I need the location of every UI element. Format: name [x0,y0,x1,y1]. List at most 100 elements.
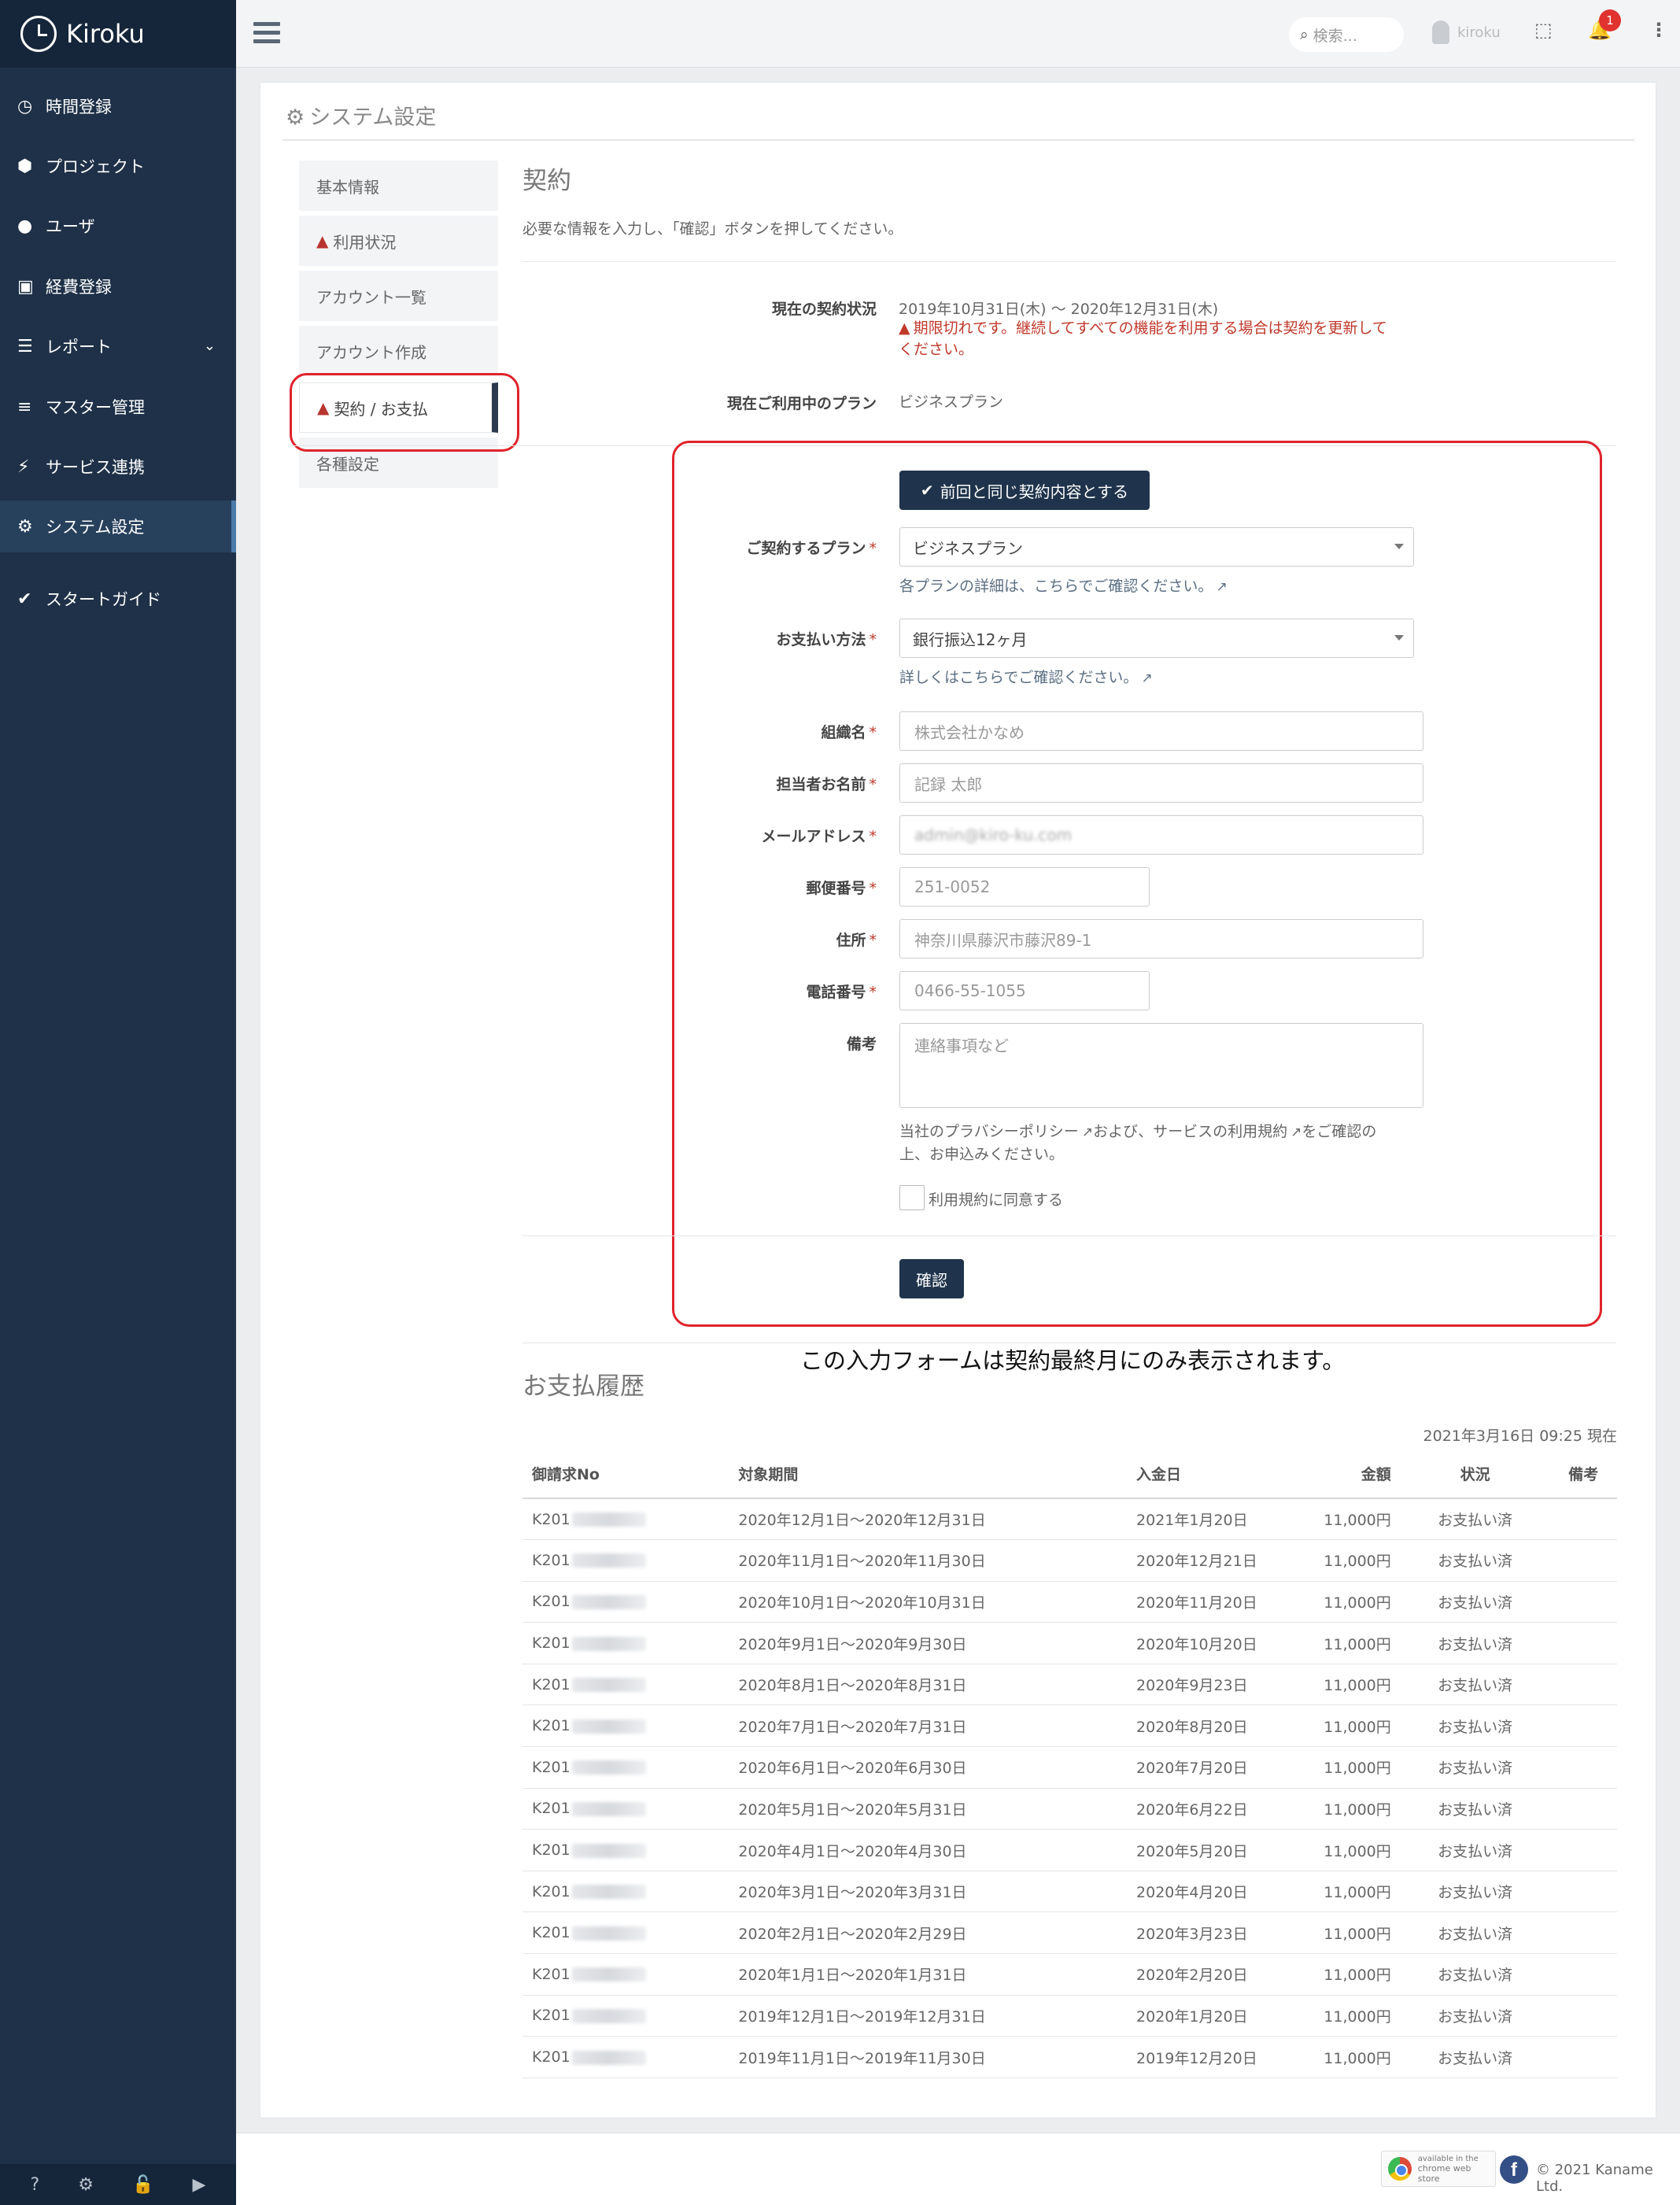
sidebar-item-master[interactable]: ≡ マスター管理 [0,381,236,433]
cell-paid-date: 2020年5月20日 [1127,1829,1312,1871]
sidebar-item-users[interactable]: ● ユーザ [0,200,236,252]
zip-input[interactable]: 251-0052 [899,867,1150,907]
external-link-icon: ↗ [1141,670,1153,686]
cell-memo [1549,1871,1617,1913]
current-plan-label: 現在ご利用中のプラン [726,395,877,412]
sidebar-item-time-entry[interactable]: ◷ 時間登録 [0,80,236,132]
payment-select[interactable]: 銀行振込12ヶ月 [899,619,1414,658]
external-link-icon: ↗ [1216,579,1228,595]
subnav-usage[interactable]: ▲ 利用状況 [299,216,498,266]
table-row: K201 2020年12月1日〜2020年12月31日 2021年1月20日 11,0… [522,1498,1617,1541]
cell-invoice-no: K201 [522,1622,729,1664]
terms-link[interactable]: および、サービスの利用規約 [1093,1123,1287,1140]
sidebar-item-expenses[interactable]: ▣ 経費登録 [0,260,236,312]
brand[interactable]: Kiroku [0,0,236,68]
sidebar-item-label: プロジェクト [46,157,145,176]
chrome-web-store-badge[interactable]: available in the chrome web store [1381,2151,1496,2187]
cell-period: 2020年6月1日〜2020年6月30日 [729,1746,1128,1789]
app-name: Kiroku [66,19,145,49]
check-icon: ✔ [920,481,934,500]
more-vertical-icon[interactable]: ⋮ [1649,19,1668,41]
redacted-text [571,2050,646,2065]
footer: available in the chrome web store f © 202… [236,2133,1680,2205]
table-row: K201 2020年8月1日〜2020年8月31日 2020年9月23日 11,000… [522,1664,1617,1706]
annotation-note: この入力フォームは契約最終月にのみ表示されます。 [800,1347,1346,1374]
redacted-text [571,1553,646,1568]
phone-input[interactable]: 0466-55-1055 [899,971,1150,1010]
memo-textarea[interactable]: 連絡事項など [899,1023,1423,1108]
privacy-notice: 当社のプラバシーポリシー ↗および、サービスの利用規約 ↗をご確認の 上、お申込みくだ… [899,1123,1377,1163]
address-input[interactable]: 神奈川県藤沢市藤沢89-1 [899,919,1423,958]
cell-status: お支払い済 [1400,1622,1550,1664]
confirm-button[interactable]: 確認 [899,1259,964,1298]
redacted-text [571,1967,646,1982]
clock-icon: ◷ [17,96,33,116]
privacy-policy-link[interactable]: 当社のプラバシーポリシー [899,1123,1079,1140]
play-icon[interactable]: ▶ [193,2175,206,2195]
cell-amount: 11,000円 [1311,2036,1401,2078]
subnav-basic-info[interactable]: 基本情報 [299,161,498,211]
cell-invoice-no: K201 [522,1539,729,1582]
cell-invoice-no: K201 [522,2036,729,2078]
payment-select-label: お支払い方法 * [776,631,877,648]
subnav-account-list[interactable]: アカウント一覧 [299,271,498,321]
cell-paid-date: 2021年1月20日 [1127,1498,1312,1541]
person-name-input[interactable]: 記録 太郎 [899,763,1423,803]
org-name-input[interactable]: 株式会社かなめ [899,711,1423,751]
cell-amount: 11,000円 [1311,1829,1401,1871]
sidebar-item-reports[interactable]: ☰ レポート ⌄ [0,320,236,372]
sidebar-item-integrations[interactable]: ⚡ サービス連携 [0,441,236,493]
cell-memo [1549,1911,1617,1955]
unlock-icon[interactable]: 🔓 [132,2175,153,2195]
sidebar-item-label: 時間登録 [46,98,112,116]
cell-status: お支払い済 [1400,1746,1550,1789]
package-icon[interactable]: ⬚ [1534,19,1553,41]
plan-help-link[interactable]: 各プランの詳細は、こちらでご確認ください。 ↗ [899,574,1228,596]
help-icon[interactable]: ? [31,2175,40,2195]
sidebar: Kiroku ◷ 時間登録 ⬢ プロジェクト ● ユーザ ▣ 経費登録 ☰ レポ… [0,0,236,2205]
sidebar-item-label: 経費登録 [46,278,112,297]
cell-status: お支払い済 [1400,1581,1550,1623]
gear-icon: ⚙ [286,105,305,130]
cell-memo [1549,1498,1617,1541]
cell-paid-date: 2020年2月20日 [1127,1953,1312,1996]
sidebar-item-start-guide[interactable]: ✔ スタートガイド [0,573,236,625]
search-input[interactable]: ⌕ 検索... [1289,17,1404,52]
redacted-text [571,1760,646,1775]
agree-checkbox[interactable] [899,1185,925,1210]
plan-select-label: ご契約するプラン * [746,540,877,557]
divider [522,1235,1616,1236]
subnav-create-account[interactable]: アカウント作成 [299,326,498,376]
facebook-icon[interactable]: f [1500,2155,1528,2184]
sidebar-item-projects[interactable]: ⬢ プロジェクト [0,140,236,192]
cell-status: お支払い済 [1400,2036,1550,2078]
cell-period: 2020年8月1日〜2020年8月31日 [729,1664,1128,1706]
warning-icon: ▲ [316,231,329,250]
settings-icon[interactable]: ⚙ [78,2175,94,2195]
user-icon: ● [17,216,33,236]
cell-amount: 11,000円 [1311,1539,1401,1582]
payment-help-link[interactable]: 詳しくはこちらでご確認ください。 ↗ [899,666,1153,687]
store-text: available in the chrome web store [1417,2154,1479,2184]
cell-invoice-no: K201 [522,1705,729,1748]
sidebar-item-system-settings[interactable]: ⚙ システム設定 [0,500,236,552]
hamburger-menu-icon[interactable] [253,22,280,44]
subnav-label: 利用状況 [333,232,397,252]
table-row: K201 2019年11月1日〜2019年11月30日 2019年12月20日 11,… [522,2036,1617,2078]
user-menu[interactable]: kiroku [1432,20,1501,44]
cell-status: お支払い済 [1400,1788,1550,1830]
sidebar-item-label: マスター管理 [46,398,145,417]
email-field[interactable]: admin@kiro-ku.com [899,815,1423,855]
cell-status: お支払い済 [1400,1995,1550,2037]
use-previous-contract-button[interactable]: ✔ 前回と同じ契約内容とする [899,471,1150,510]
cell-status: お支払い済 [1400,1953,1550,1996]
gear-icon: ⚙ [17,516,33,537]
cell-status: お支払い済 [1400,1829,1550,1871]
cubes-icon: ⬢ [17,156,33,176]
cell-memo [1549,1746,1617,1789]
redacted-text [571,1885,646,1900]
cell-invoice-no: K201 [522,1498,729,1541]
plan-select[interactable]: ビジネスプラン [899,527,1414,567]
agree-label[interactable]: 利用規約に同意する [929,1188,1063,1210]
cell-paid-date: 2019年12月20日 [1127,2036,1312,2078]
